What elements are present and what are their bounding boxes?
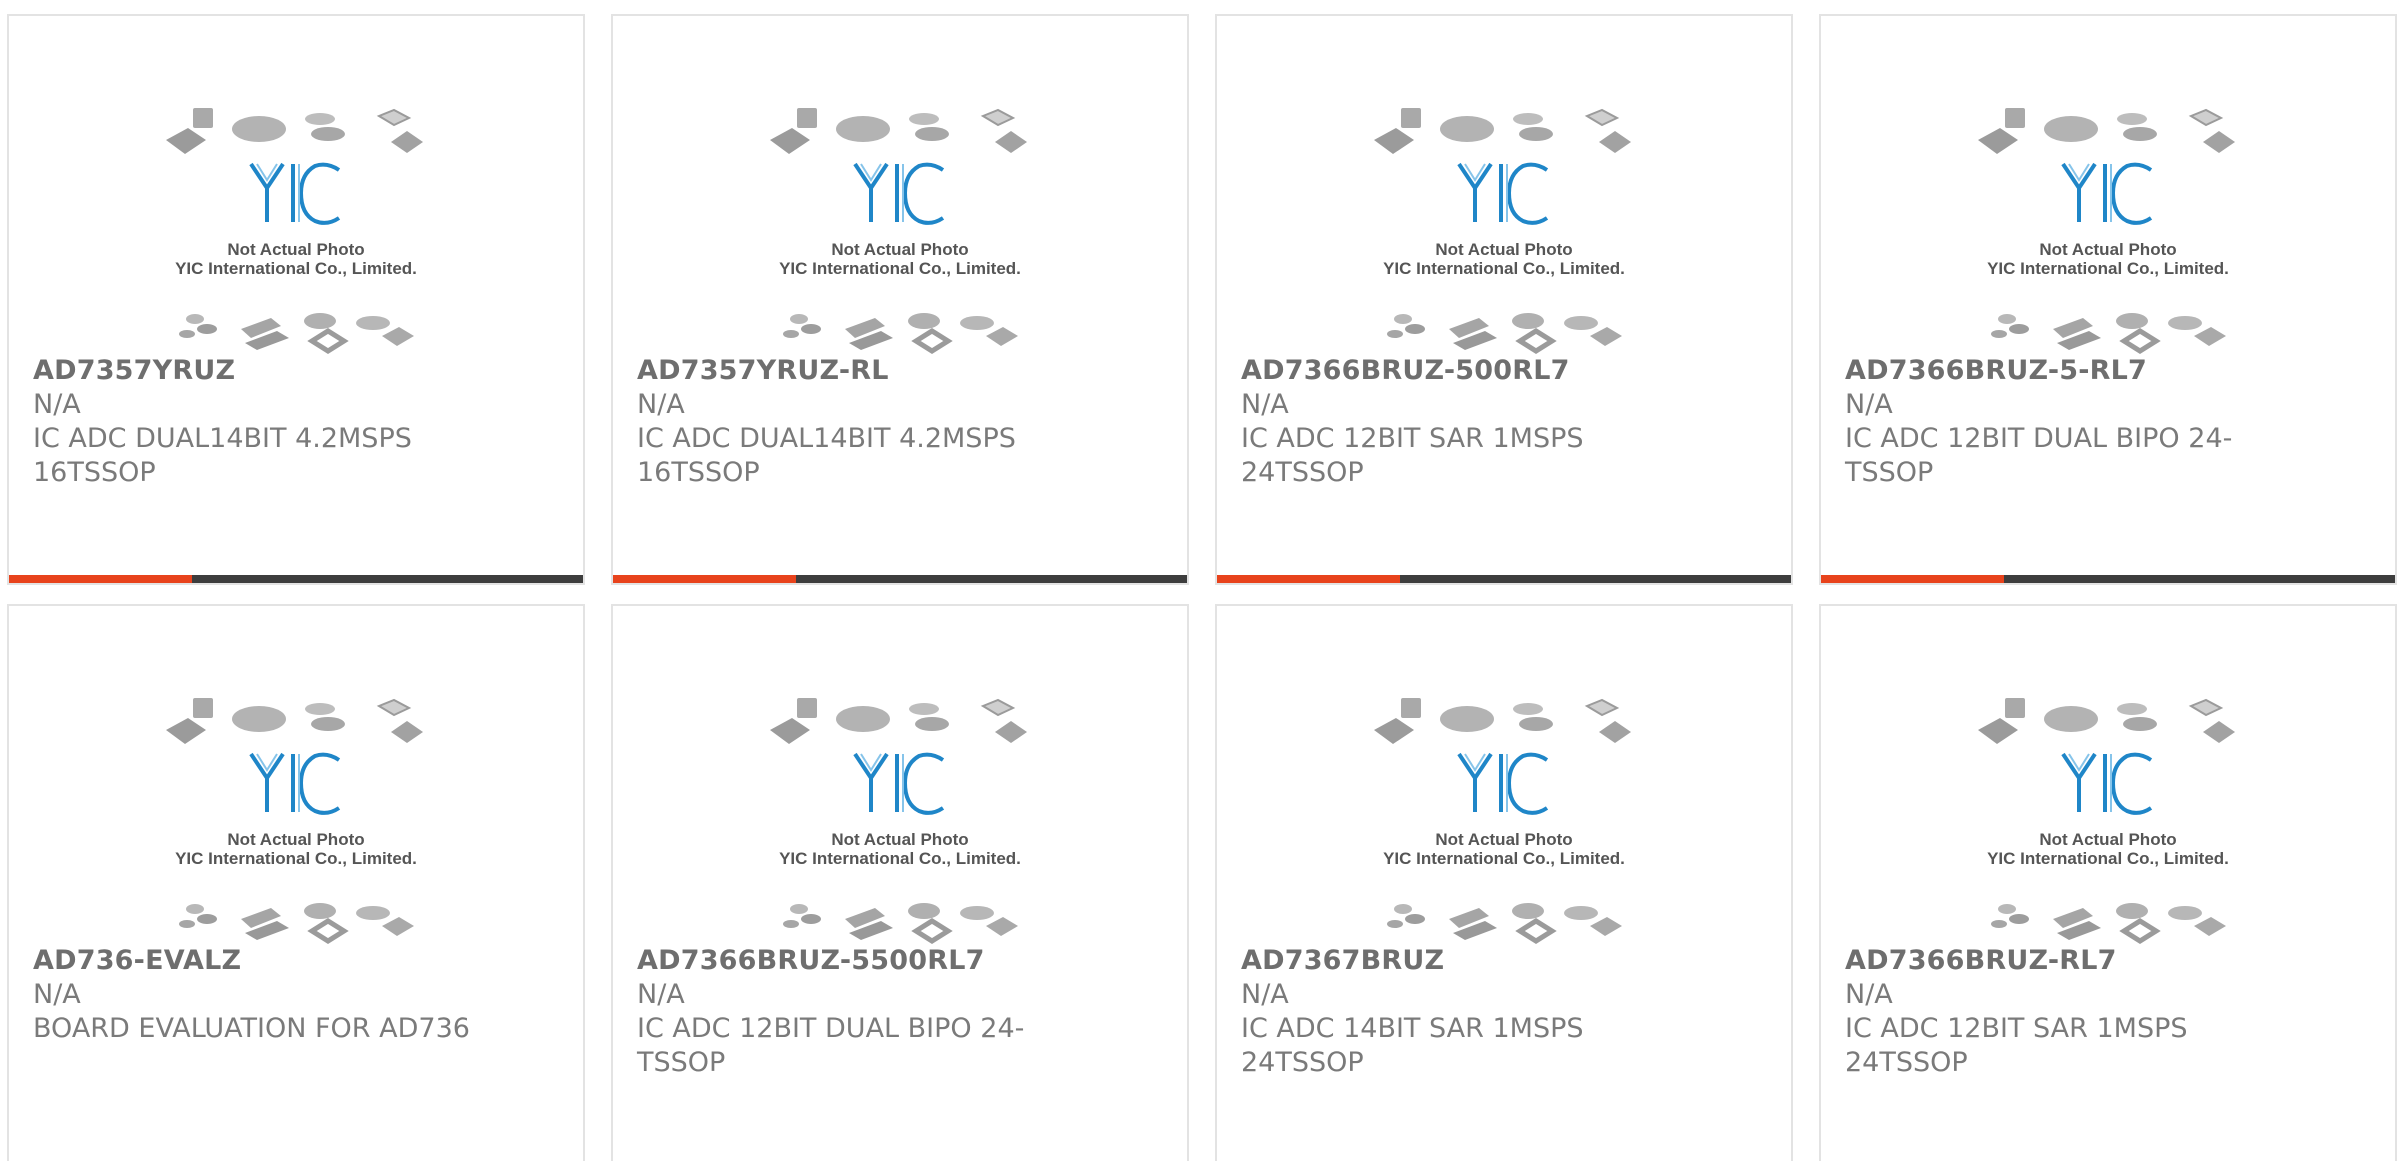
- chip-packages-bottom-icon: [1387, 903, 1622, 944]
- product-grid: Not Actual Photo YIC International Co., …: [0, 0, 2407, 1161]
- chip-packages-icon: [1374, 698, 1631, 744]
- manufacturer: N/A: [33, 389, 81, 420]
- manufacturer: N/A: [1241, 979, 1289, 1010]
- chip-packages-icon: [166, 698, 423, 744]
- chip-packages-bottom-icon: [783, 903, 1018, 944]
- manufacturer: N/A: [637, 979, 685, 1010]
- photo-caption-line2: YIC International Co., Limited.: [175, 259, 417, 278]
- card-bottom-bar: [613, 575, 1187, 583]
- product-info: AD7366BRUZ-RL7 N/A IC ADC 12BIT SAR 1MSP…: [1845, 944, 2365, 1080]
- product-info: AD7357YRUZ N/A IC ADC DUAL14BIT 4.2MSPS …: [33, 354, 553, 490]
- card-accent-bar: [9, 575, 192, 583]
- part-number-link[interactable]: AD7366BRUZ-500RL7: [1241, 354, 1761, 388]
- product-photo-placeholder[interactable]: Not Actual Photo YIC International Co., …: [1217, 606, 1791, 946]
- photo-caption-line2: YIC International Co., Limited.: [1987, 849, 2229, 868]
- card-accent-bar: [1821, 575, 2004, 583]
- part-number-link[interactable]: AD7357YRUZ: [33, 354, 553, 388]
- product-description: IC ADC 14BIT SAR 1MSPS 24TSSOP: [1241, 1013, 1584, 1078]
- card-bottom-bar: [1217, 575, 1791, 583]
- chip-packages-bottom-icon: [1991, 313, 2226, 354]
- photo-caption-line1: Not Actual Photo: [227, 830, 364, 849]
- product-info: AD7366BRUZ-500RL7 N/A IC ADC 12BIT SAR 1…: [1241, 354, 1761, 490]
- photo-caption-line2: YIC International Co., Limited.: [779, 259, 1021, 278]
- chip-packages-icon: [770, 698, 1027, 744]
- product-photo-placeholder[interactable]: Not Actual Photo YIC International Co., …: [613, 606, 1187, 946]
- product-info: AD7366BRUZ-5-RL7 N/A IC ADC 12BIT DUAL B…: [1845, 354, 2365, 490]
- chip-packages-icon: [166, 108, 423, 154]
- product-card[interactable]: Not Actual Photo YIC International Co., …: [611, 14, 1189, 585]
- product-description: IC ADC DUAL14BIT 4.2MSPS 16TSSOP: [33, 423, 412, 488]
- product-description: IC ADC 12BIT SAR 1MSPS 24TSSOP: [1241, 423, 1584, 488]
- yic-logo-icon: [249, 162, 341, 225]
- product-description: IC ADC DUAL14BIT 4.2MSPS 16TSSOP: [637, 423, 1016, 488]
- photo-caption-line1: Not Actual Photo: [227, 240, 364, 259]
- chip-packages-bottom-icon: [179, 313, 414, 354]
- chip-packages-bottom-icon: [1991, 903, 2226, 944]
- product-card[interactable]: Not Actual Photo YIC International Co., …: [1215, 14, 1793, 585]
- card-accent-bar: [1217, 575, 1400, 583]
- yic-logo-icon: [2061, 162, 2153, 225]
- product-photo-placeholder[interactable]: Not Actual Photo YIC International Co., …: [613, 16, 1187, 356]
- product-info: AD7367BRUZ N/A IC ADC 14BIT SAR 1MSPS 24…: [1241, 944, 1761, 1080]
- product-card[interactable]: Not Actual Photo YIC International Co., …: [1819, 604, 2397, 1161]
- product-card[interactable]: Not Actual Photo YIC International Co., …: [1819, 14, 2397, 585]
- part-number-link[interactable]: AD7366BRUZ-5-RL7: [1845, 354, 2365, 388]
- product-card[interactable]: Not Actual Photo YIC International Co., …: [7, 14, 585, 585]
- card-bottom-bar: [1821, 575, 2395, 583]
- manufacturer: N/A: [637, 389, 685, 420]
- yic-logo-icon: [1457, 162, 1549, 225]
- product-photo-placeholder[interactable]: Not Actual Photo YIC International Co., …: [9, 16, 583, 356]
- product-card[interactable]: Not Actual Photo YIC International Co., …: [611, 604, 1189, 1161]
- part-number-link[interactable]: AD7367BRUZ: [1241, 944, 1761, 978]
- card-bottom-bar: [9, 575, 583, 583]
- chip-packages-icon: [1374, 108, 1631, 154]
- card-accent-bar: [613, 575, 796, 583]
- product-photo-placeholder[interactable]: Not Actual Photo YIC International Co., …: [1821, 606, 2395, 946]
- photo-caption-line2: YIC International Co., Limited.: [1383, 849, 1625, 868]
- product-description: BOARD EVALUATION FOR AD736: [33, 1013, 470, 1044]
- product-photo-placeholder[interactable]: Not Actual Photo YIC International Co., …: [1821, 16, 2395, 356]
- product-description: IC ADC 12BIT DUAL BIPO 24-TSSOP: [1845, 423, 2233, 488]
- product-card[interactable]: Not Actual Photo YIC International Co., …: [7, 604, 585, 1161]
- product-info: AD7357YRUZ-RL N/A IC ADC DUAL14BIT 4.2MS…: [637, 354, 1157, 490]
- product-info: AD7366BRUZ-5500RL7 N/A IC ADC 12BIT DUAL…: [637, 944, 1157, 1080]
- photo-caption-line1: Not Actual Photo: [831, 240, 968, 259]
- yic-logo-icon: [1457, 752, 1549, 815]
- product-description: IC ADC 12BIT SAR 1MSPS 24TSSOP: [1845, 1013, 2188, 1078]
- product-photo-placeholder[interactable]: Not Actual Photo YIC International Co., …: [9, 606, 583, 946]
- photo-caption-line2: YIC International Co., Limited.: [1383, 259, 1625, 278]
- part-number-link[interactable]: AD7366BRUZ-RL7: [1845, 944, 2365, 978]
- chip-packages-bottom-icon: [783, 313, 1018, 354]
- yic-logo-icon: [853, 752, 945, 815]
- product-card[interactable]: Not Actual Photo YIC International Co., …: [1215, 604, 1793, 1161]
- part-number-link[interactable]: AD7366BRUZ-5500RL7: [637, 944, 1157, 978]
- product-info: AD736-EVALZ N/A BOARD EVALUATION FOR AD7…: [33, 944, 553, 1046]
- photo-caption-line2: YIC International Co., Limited.: [779, 849, 1021, 868]
- photo-caption-line1: Not Actual Photo: [1435, 830, 1572, 849]
- yic-logo-icon: [2061, 752, 2153, 815]
- manufacturer: N/A: [1241, 389, 1289, 420]
- part-number-link[interactable]: AD736-EVALZ: [33, 944, 553, 978]
- photo-caption-line1: Not Actual Photo: [2039, 240, 2176, 259]
- manufacturer: N/A: [1845, 979, 1893, 1010]
- product-photo-placeholder[interactable]: Not Actual Photo YIC International Co., …: [1217, 16, 1791, 356]
- chip-packages-bottom-icon: [1387, 313, 1622, 354]
- chip-packages-bottom-icon: [179, 903, 414, 944]
- manufacturer: N/A: [1845, 389, 1893, 420]
- manufacturer: N/A: [33, 979, 81, 1010]
- part-number-link[interactable]: AD7357YRUZ-RL: [637, 354, 1157, 388]
- photo-caption-line1: Not Actual Photo: [1435, 240, 1572, 259]
- yic-logo-icon: [249, 752, 341, 815]
- product-description: IC ADC 12BIT DUAL BIPO 24-TSSOP: [637, 1013, 1025, 1078]
- photo-caption-line1: Not Actual Photo: [2039, 830, 2176, 849]
- chip-packages-icon: [1978, 108, 2235, 154]
- yic-logo-icon: [853, 162, 945, 225]
- chip-packages-icon: [1978, 698, 2235, 744]
- photo-caption-line2: YIC International Co., Limited.: [1987, 259, 2229, 278]
- chip-packages-icon: [770, 108, 1027, 154]
- photo-caption-line1: Not Actual Photo: [831, 830, 968, 849]
- photo-caption-line2: YIC International Co., Limited.: [175, 849, 417, 868]
